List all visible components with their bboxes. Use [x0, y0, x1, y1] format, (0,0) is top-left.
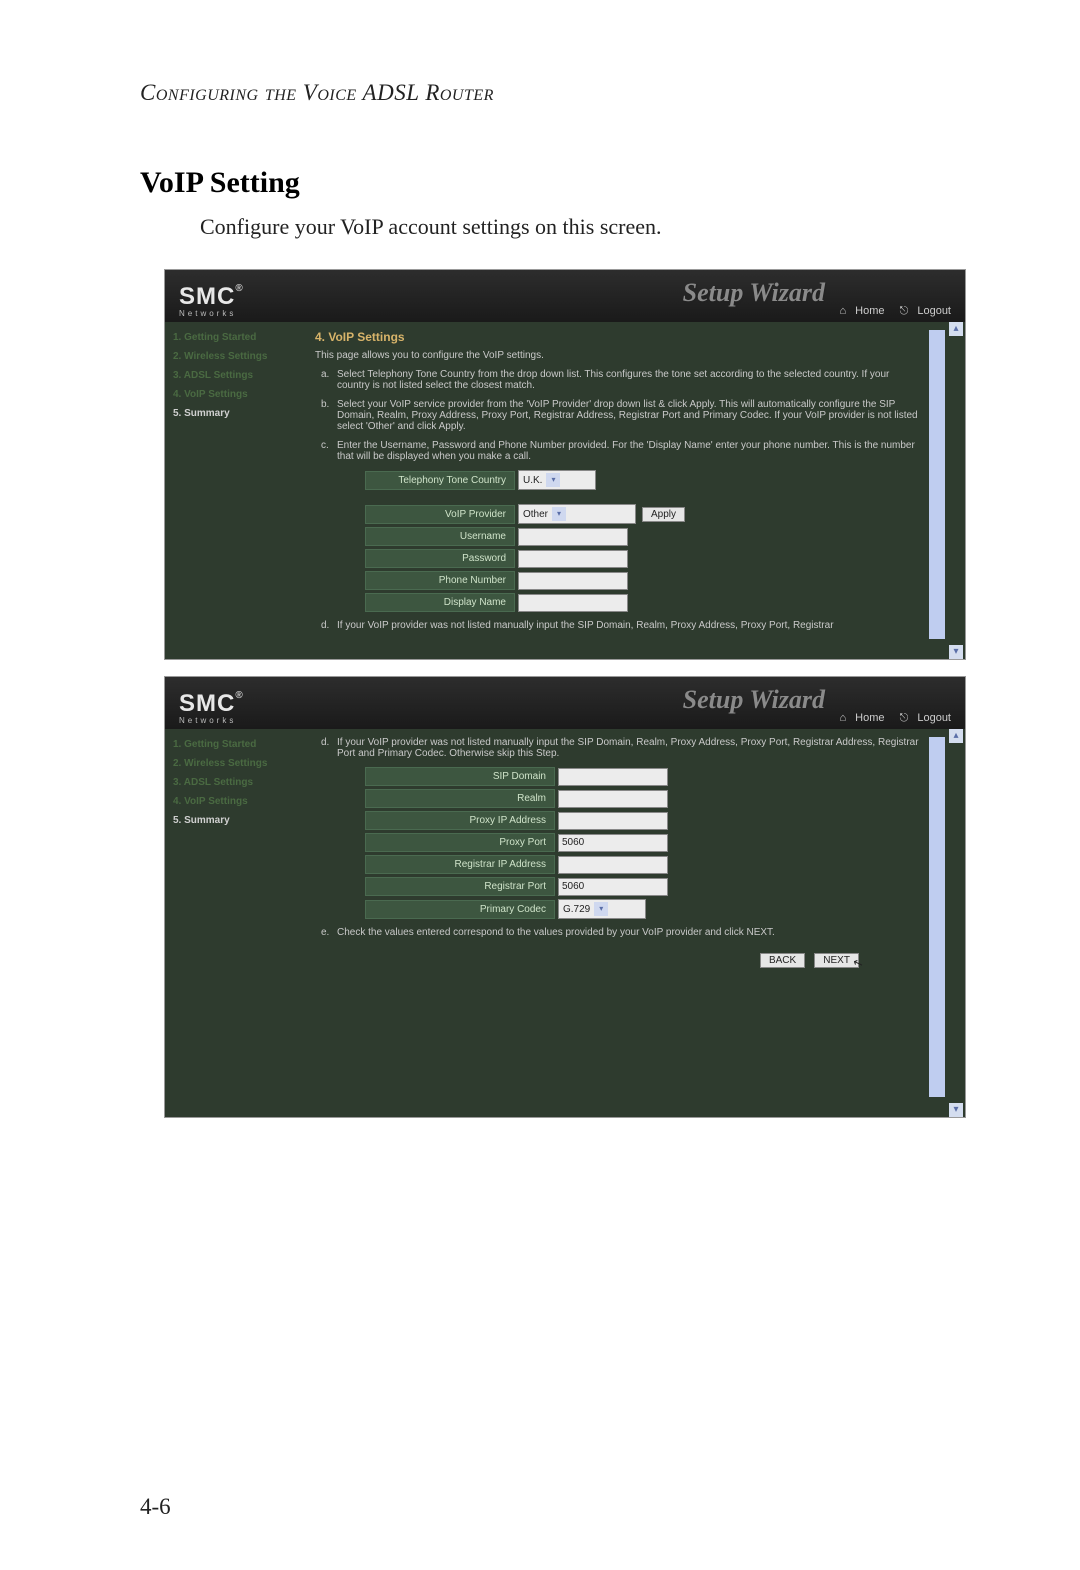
select-voip-provider[interactable]: Other▾: [518, 504, 636, 524]
sidebar-item-wireless[interactable]: 2. Wireless Settings: [173, 351, 297, 362]
label-tone-country: Telephony Tone Country: [365, 471, 515, 490]
sidebar-item-wireless[interactable]: 2. Wireless Settings: [173, 758, 297, 769]
input-registrar-port[interactable]: [558, 878, 668, 896]
logout-icon: ⎋: [900, 305, 909, 317]
input-sip-domain[interactable]: [558, 768, 668, 786]
sidebar-item-getting-started[interactable]: 1. Getting Started: [173, 332, 297, 343]
apply-button[interactable]: Apply: [642, 507, 685, 522]
select-tone-country[interactable]: U.K.▾: [518, 470, 596, 490]
label-registrar-port: Registrar Port: [365, 877, 555, 896]
screenshot-voip-bottom: SMC® Networks Setup Wizard ⌂ Home ⎋ Logo…: [165, 677, 965, 1117]
input-proxy-ip[interactable]: [558, 812, 668, 830]
chevron-down-icon: ▾: [552, 507, 566, 521]
chevron-down-icon: ▾: [594, 902, 608, 916]
select-primary-codec[interactable]: G.729▾: [558, 899, 646, 919]
scroll-up-icon[interactable]: ▴: [949, 729, 963, 743]
scroll-down-icon[interactable]: ▾: [949, 1103, 963, 1117]
input-realm[interactable]: [558, 790, 668, 808]
wizard-sidebar: 1. Getting Started 2. Wireless Settings …: [165, 322, 305, 659]
scroll-up-icon[interactable]: ▴: [949, 322, 963, 336]
sidebar-item-voip[interactable]: 4. VoIP Settings: [173, 796, 297, 807]
label-proxy-ip: Proxy IP Address: [365, 811, 555, 830]
input-password[interactable]: [518, 550, 628, 568]
app-header: SMC® Networks Setup Wizard ⌂ Home ⎋ Logo…: [165, 270, 965, 322]
step-c: Enter the Username, Password and Phone N…: [337, 440, 919, 462]
home-icon: ⌂: [839, 712, 846, 724]
back-button[interactable]: BACK: [760, 953, 805, 968]
wizard-title: Setup Wizard: [683, 685, 825, 715]
brand-subtitle: Networks: [179, 309, 244, 318]
label-realm: Realm: [365, 789, 555, 808]
sidebar-item-getting-started[interactable]: 1. Getting Started: [173, 739, 297, 750]
step-a: Select Telephony Tone Country from the d…: [337, 369, 919, 391]
wizard-title: Setup Wizard: [683, 278, 825, 308]
doc-section-header: Configuring the Voice ADSL Router: [140, 80, 980, 106]
cursor-icon: ↖: [851, 955, 865, 972]
label-primary-codec: Primary Codec: [365, 900, 555, 919]
chevron-down-icon: ▾: [546, 473, 560, 487]
screenshot-voip-top: SMC® Networks Setup Wizard ⌂ Home ⎋ Logo…: [165, 270, 965, 659]
sidebar-item-voip[interactable]: 4. VoIP Settings: [173, 389, 297, 400]
doc-body-text: Configure your VoIP account settings on …: [200, 214, 980, 240]
input-phone-number[interactable]: [518, 572, 628, 590]
brand-logo: SMC®: [179, 690, 244, 717]
page-number: 4-6: [140, 1494, 171, 1520]
label-phone-number: Phone Number: [365, 571, 515, 590]
app-header: SMC® Networks Setup Wizard ⌂ Home ⎋ Logo…: [165, 677, 965, 729]
sidebar-item-summary[interactable]: 5. Summary: [173, 815, 297, 826]
label-sip-domain: SIP Domain: [365, 767, 555, 786]
input-username[interactable]: [518, 528, 628, 546]
content-title: 4. VoIP Settings: [315, 330, 919, 344]
label-registrar-ip: Registrar IP Address: [365, 855, 555, 874]
page-title: VoIP Setting: [140, 166, 980, 200]
step-d-partial: If your VoIP provider was not listed man…: [337, 620, 834, 631]
step-b: Select your VoIP service provider from t…: [337, 399, 919, 432]
sidebar-item-adsl[interactable]: 3. ADSL Settings: [173, 370, 297, 381]
label-password: Password: [365, 549, 515, 568]
home-icon: ⌂: [839, 305, 846, 317]
label-proxy-port: Proxy Port: [365, 833, 555, 852]
home-link[interactable]: ⌂ Home: [833, 305, 884, 317]
step-e: Check the values entered correspond to t…: [337, 927, 775, 938]
sidebar-item-adsl[interactable]: 3. ADSL Settings: [173, 777, 297, 788]
logout-link[interactable]: ⎋ Logout: [894, 305, 951, 317]
input-display-name[interactable]: [518, 594, 628, 612]
step-d: If your VoIP provider was not listed man…: [337, 737, 919, 759]
content-intro: This page allows you to configure the Vo…: [315, 350, 919, 361]
brand-subtitle: Networks: [179, 716, 244, 725]
scroll-down-icon[interactable]: ▾: [949, 645, 963, 659]
sidebar-item-summary[interactable]: 5. Summary: [173, 408, 297, 419]
label-username: Username: [365, 527, 515, 546]
logout-link[interactable]: ⎋ Logout: [894, 712, 951, 724]
label-voip-provider: VoIP Provider: [365, 505, 515, 524]
label-display-name: Display Name: [365, 593, 515, 612]
wizard-sidebar: 1. Getting Started 2. Wireless Settings …: [165, 729, 305, 1117]
brand-logo: SMC®: [179, 283, 244, 310]
logout-icon: ⎋: [900, 712, 909, 724]
input-registrar-ip[interactable]: [558, 856, 668, 874]
input-proxy-port[interactable]: [558, 834, 668, 852]
home-link[interactable]: ⌂ Home: [833, 712, 884, 724]
